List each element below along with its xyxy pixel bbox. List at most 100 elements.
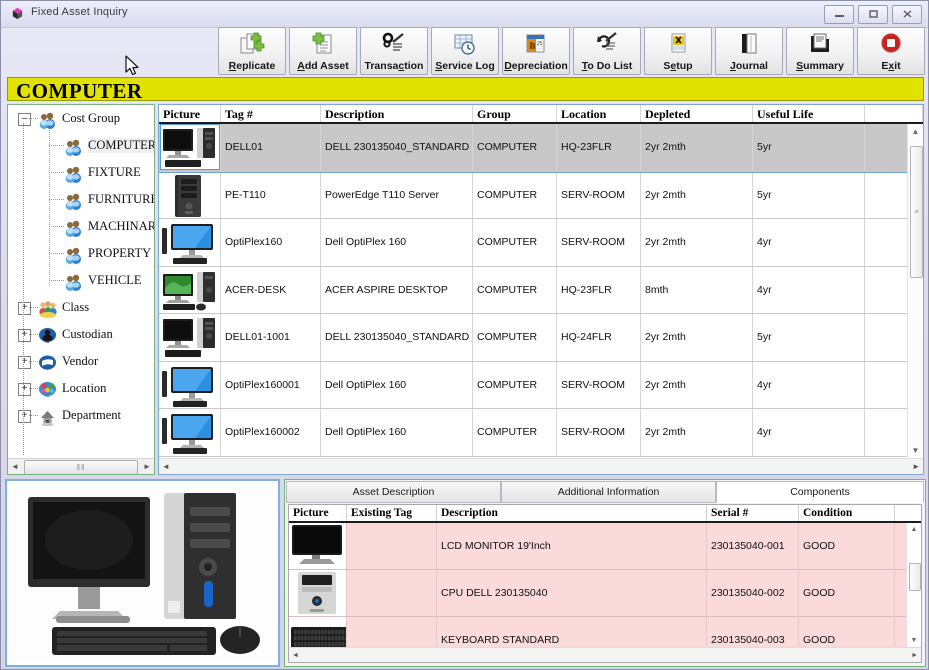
desktop-dell-icon (162, 128, 215, 168)
asset-grid-header: Picture Tag # Description Group Location Depl… (159, 105, 923, 124)
exit-button[interactable]: Exit (857, 27, 925, 75)
grid-column-header[interactable]: Depleted (641, 105, 753, 122)
to-do-list-button-label: To Do List (581, 60, 633, 72)
grid-vscroll-thumb[interactable]: ≡ (910, 146, 923, 278)
components-horizontal-scrollbar[interactable]: ◄ ► (289, 647, 921, 662)
add-asset-button[interactable]: Add Asset (289, 27, 357, 75)
transaction-button[interactable]: Transaction (360, 27, 428, 75)
components-column-header[interactable]: Description (437, 505, 707, 521)
summary-icon (787, 28, 853, 60)
grid-column-header[interactable]: Group (473, 105, 557, 122)
summary-button[interactable]: Summary (786, 27, 854, 75)
acer-desktop-icon (160, 267, 219, 312)
row-cell-description: DELL 230135040_STANDARD (321, 124, 473, 171)
table-row[interactable]: KEYBOARD STANDARD 230135040-003 GOOD (289, 617, 906, 647)
table-row[interactable]: PE-T110 PowerEdge T110 Server COMPUTER SERV… (159, 171, 907, 219)
grid-vscroll-up-arrow[interactable]: ▲ (908, 124, 923, 138)
row-cell-depleted: 8mth (641, 266, 753, 313)
table-row[interactable]: DELL01-1001 DELL 230135040_STANDARD COMPUT… (159, 314, 907, 362)
class-crowd-icon (38, 299, 57, 318)
table-row[interactable]: OptiPlex160001 Dell OptiPlex 160 COMPUTER S… (159, 361, 907, 409)
tree-hscroll-left-arrow[interactable]: ◄ (8, 459, 22, 474)
to-do-list-button[interactable]: To Do List (573, 27, 641, 75)
tree-node-label: PROPERTY (88, 246, 152, 260)
tab-components[interactable]: Components (716, 481, 924, 503)
journal-button[interactable]: Journal (715, 27, 783, 75)
service-log-button[interactable]: Service Log (431, 27, 499, 75)
asset-image-preview[interactable] (5, 479, 280, 667)
tree-expander-vendor[interactable]: + (18, 356, 31, 369)
tower-server-icon (174, 174, 201, 217)
tree-expander-cost-group[interactable]: – (18, 113, 31, 126)
table-row[interactable]: LCD MONITOR 19'Inch 230135040-001 GOOD (289, 523, 906, 570)
row-picture-cell (159, 409, 221, 456)
components-vscroll-down-arrow[interactable]: ▼ (907, 634, 921, 647)
close-icon (903, 10, 911, 18)
table-row[interactable]: ACER-DESK ACER ASPIRE DESKTOP COMPUTER HQ-2… (159, 266, 907, 314)
components-column-header[interactable]: Condition (799, 505, 895, 521)
tree-node-label: Location (62, 381, 107, 395)
tree-node-computer[interactable]: COMPUTER (8, 132, 154, 159)
row-cell-extra (865, 219, 907, 266)
minimize-button[interactable] (824, 5, 854, 24)
grid-column-header[interactable]: Description (321, 105, 473, 122)
grid-hscroll-left-arrow[interactable]: ◄ (162, 462, 170, 471)
transaction-icon (361, 28, 427, 60)
tree-expander-custodian[interactable]: + (18, 329, 31, 342)
tree-node-property[interactable]: PROPERTY (8, 240, 154, 267)
grid-hscroll-right-arrow[interactable]: ► (912, 462, 920, 471)
row-cell-extra (865, 314, 907, 361)
components-vscroll-thumb[interactable] (909, 563, 921, 591)
tree-node-machinary[interactable]: MACHINARY (8, 213, 154, 240)
group-people-icon (65, 274, 81, 291)
category-banner: COMPUTER (7, 77, 924, 103)
tree-horizontal-scrollbar[interactable]: ◄ ‖‖ ► (8, 458, 154, 474)
components-hscroll-left-arrow[interactable]: ◄ (292, 652, 299, 659)
component-picture-cell (289, 570, 347, 616)
table-row[interactable]: CPU DELL 230135040 230135040-002 GOOD (289, 570, 906, 617)
components-table-body: LCD MONITOR 19'Inch 230135040-001 GOOD CPU … (289, 523, 906, 647)
close-button[interactable] (892, 5, 922, 24)
tree-node-fixture[interactable]: FIXTURE (8, 159, 154, 186)
components-vertical-scrollbar[interactable]: ▲ ▼ (906, 523, 921, 647)
tree-hscroll-right-arrow[interactable]: ► (140, 459, 154, 474)
tree-node-vehicle[interactable]: VEHICLE (8, 267, 154, 294)
replicate-button[interactable]: Replicate (218, 27, 286, 75)
tree-node-label: Class (62, 300, 90, 314)
tree-hscroll-thumb[interactable]: ‖‖ (24, 460, 138, 474)
component-cell-existing_tag (347, 570, 437, 616)
table-row[interactable]: OptiPlex160002 Dell OptiPlex 160 COMPUTER S… (159, 409, 907, 457)
tree-expander-class[interactable]: + (18, 302, 31, 315)
tree-node-label: MACHINARY (88, 219, 154, 233)
tree-expander-location[interactable]: + (18, 383, 31, 396)
tab-additional-information[interactable]: Additional Information (501, 481, 716, 503)
components-vscroll-up-arrow[interactable]: ▲ (907, 523, 921, 536)
asset-grid-panel: Picture Tag # Description Group Location Depl… (158, 104, 924, 475)
table-row[interactable]: DELL01 DELL 230135040_STANDARD COMPUTER HQ-… (159, 124, 907, 173)
maximize-button[interactable] (858, 5, 888, 24)
tab-asset-description[interactable]: Asset Description (286, 481, 501, 503)
row-cell-tag: DELL01 (221, 124, 321, 171)
grid-column-header[interactable] (865, 105, 923, 122)
grid-column-header[interactable]: Picture (159, 105, 221, 122)
asset-grid-vertical-scrollbar[interactable]: ▲ ≡ ▼ (907, 124, 923, 457)
exit-button-label: Exit (881, 60, 901, 72)
components-column-header[interactable]: Serial # (707, 505, 799, 521)
depreciation-button[interactable]: 25 Depreciation (502, 27, 570, 75)
setup-button[interactable]: Setup (644, 27, 712, 75)
asset-grid-horizontal-scrollbar[interactable]: ◄ ► (159, 458, 923, 474)
row-picture-cell (159, 124, 221, 171)
row-cell-tag: OptiPlex160001 (221, 361, 321, 408)
transaction-button-label: Transaction (364, 60, 424, 72)
grid-column-header[interactable]: Location (557, 105, 641, 122)
components-hscroll-right-arrow[interactable]: ► (911, 652, 918, 659)
table-row[interactable]: OptiPlex160 Dell OptiPlex 160 COMPUTER SERV… (159, 219, 907, 267)
tree-expander-department[interactable]: + (18, 410, 31, 423)
components-column-header[interactable]: Picture (289, 505, 347, 521)
tree-node-furniture[interactable]: FURNITURE (8, 186, 154, 213)
desktop-computer-photo (11, 485, 274, 661)
grid-column-header[interactable]: Tag # (221, 105, 321, 122)
grid-column-header[interactable]: Useful Life (753, 105, 865, 122)
components-column-header[interactable]: Existing Tag (347, 505, 437, 521)
grid-vscroll-down-arrow[interactable]: ▼ (908, 443, 923, 457)
